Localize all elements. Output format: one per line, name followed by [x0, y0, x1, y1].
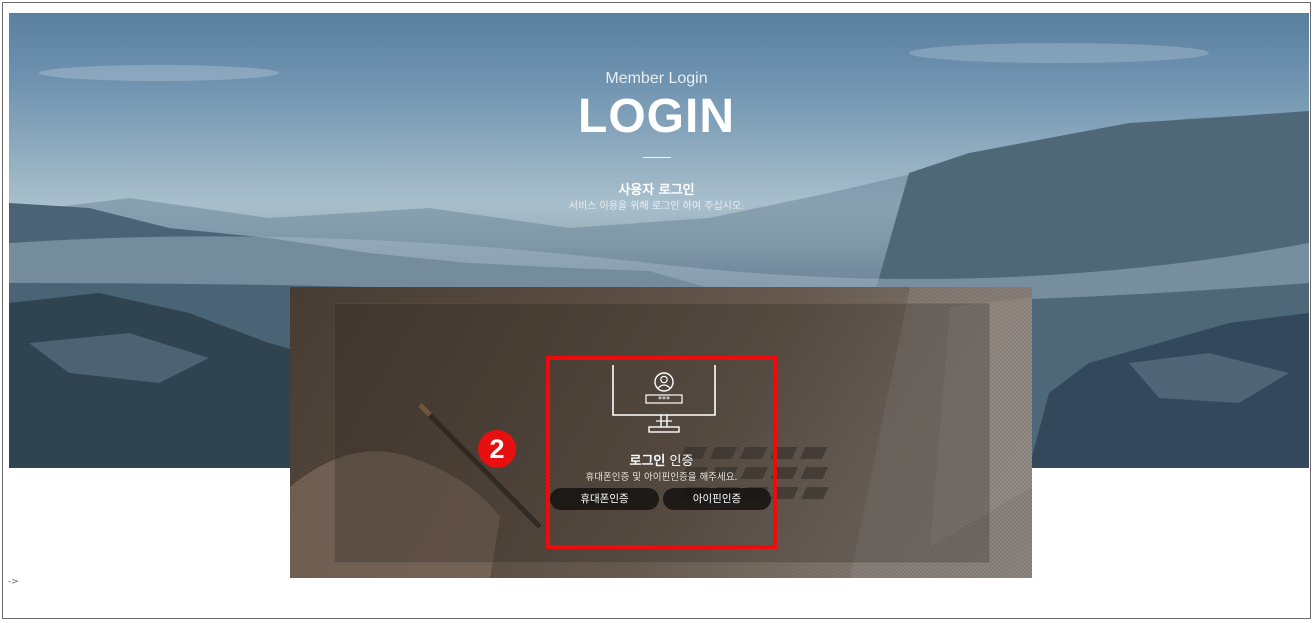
highlight-box: [546, 356, 777, 549]
arrow-text: ->: [8, 577, 19, 587]
step-marker: 2: [478, 430, 516, 468]
page-frame: Member Login LOGIN 사용자 로그인 서비스 이용을 위해 로그…: [2, 2, 1311, 619]
page-title: LOGIN: [578, 90, 735, 143]
hero-subtitle: Member Login: [605, 70, 708, 87]
hero-heading: 사용자 로그인: [618, 183, 695, 198]
title-divider: [643, 157, 671, 158]
hero-description: 서비스 이용을 위해 로그인 하여 주십시오.: [568, 201, 745, 212]
